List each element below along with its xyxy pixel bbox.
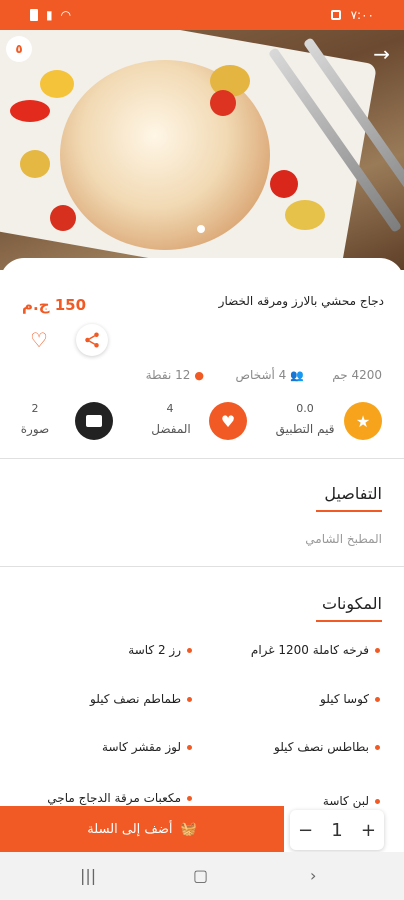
points-text: 12 نقطة bbox=[145, 368, 191, 382]
details-text: المطبخ الشامي bbox=[305, 532, 382, 546]
ingredients-underline bbox=[316, 620, 382, 622]
ingredient-item: مكعبات مرقة الدجاج ماجي bbox=[47, 791, 192, 805]
dish-price: 150 ج.م bbox=[22, 296, 87, 314]
increase-button[interactable]: + bbox=[361, 820, 376, 841]
favorite-count-button[interactable]: ♥ bbox=[209, 402, 247, 440]
rating-value: 0.0 bbox=[296, 402, 314, 415]
favorite-label: المفضل bbox=[151, 422, 191, 436]
dish-title: دجاج محشي بالارز ومرقه الخضار bbox=[218, 294, 384, 308]
wifi-icon: ◠ bbox=[60, 8, 72, 22]
image-pager[interactable] bbox=[197, 225, 205, 233]
heart-icon: ♥ bbox=[220, 411, 236, 431]
star-icon: ★ bbox=[355, 411, 371, 431]
ingredients-title: المكونات bbox=[321, 594, 382, 613]
ingredient-item: كوسا كيلو bbox=[320, 692, 380, 706]
dish-image bbox=[0, 30, 404, 270]
ingredient-item: طماطم نصف كيلو bbox=[90, 692, 192, 706]
recents-icon[interactable]: ||| bbox=[80, 866, 96, 885]
status-time: ٧:٠٠ bbox=[350, 8, 374, 22]
meta-row: 4200 جم 👥 4 أشخاص ● 12 نقطة bbox=[0, 368, 404, 388]
battery-icon bbox=[30, 9, 38, 21]
heart-icon: ♡ bbox=[30, 328, 48, 352]
arrow-right-icon[interactable]: → bbox=[373, 42, 390, 66]
weight-text: 4200 جم bbox=[332, 368, 382, 382]
details-card: دجاج محشي بالارز ومرقه الخضار 150 ج.م ♡ … bbox=[0, 258, 404, 858]
signal-icon: ▮ bbox=[46, 8, 53, 22]
basket-icon: 🧺 bbox=[180, 821, 197, 837]
stats-row: ★ 0.0 قيم التطبيق ♥ 4 المفضل 2 صورة bbox=[0, 394, 404, 450]
hero-badge[interactable]: ٥ bbox=[6, 36, 32, 62]
system-nav-bar: ||| ▢ › bbox=[0, 852, 404, 900]
ingredient-item: لوز مقشر كاسة bbox=[102, 740, 192, 754]
ingredient-item: لبن كاسة bbox=[323, 794, 380, 808]
status-bar: ▮ ◠ ٧:٠٠ bbox=[0, 0, 404, 30]
rate-app-button[interactable]: ★ bbox=[344, 402, 382, 440]
add-to-cart-label: أضف إلى السلة bbox=[87, 821, 173, 837]
ingredient-item: رز 2 كاسة bbox=[128, 643, 192, 657]
decrease-button[interactable]: − bbox=[298, 820, 313, 841]
share-icon bbox=[85, 332, 99, 348]
back-icon[interactable]: › bbox=[310, 866, 316, 885]
details-underline bbox=[316, 510, 382, 512]
ingredient-item: بطاطس نصف كيلو bbox=[274, 740, 380, 754]
pager-dot[interactable] bbox=[197, 225, 205, 233]
quantity-value: 1 bbox=[331, 819, 343, 841]
images-label: صورة bbox=[20, 422, 50, 436]
quantity-stepper: − 1 + bbox=[290, 810, 384, 850]
group-icon: 👥 bbox=[290, 368, 304, 382]
share-button[interactable] bbox=[76, 324, 108, 356]
favorite-button[interactable]: ♡ bbox=[30, 330, 48, 350]
images-button[interactable] bbox=[75, 402, 113, 440]
favorite-value: 4 bbox=[166, 402, 174, 415]
divider bbox=[0, 458, 404, 459]
details-title: التفاصيل bbox=[324, 484, 382, 503]
divider bbox=[0, 566, 404, 567]
ingredient-item: فرخه كاملة 1200 غرام bbox=[251, 643, 380, 657]
persons-text: 4 أشخاص bbox=[235, 368, 287, 382]
images-value: 2 bbox=[31, 402, 39, 415]
add-to-cart-button[interactable]: 🧺 أضف إلى السلة bbox=[0, 806, 284, 852]
rating-label: قيم التطبيق bbox=[275, 422, 335, 436]
home-icon[interactable]: ▢ bbox=[193, 866, 208, 885]
gallery-icon bbox=[330, 10, 341, 20]
image-icon bbox=[86, 415, 102, 427]
coins-icon: ● bbox=[194, 368, 204, 382]
